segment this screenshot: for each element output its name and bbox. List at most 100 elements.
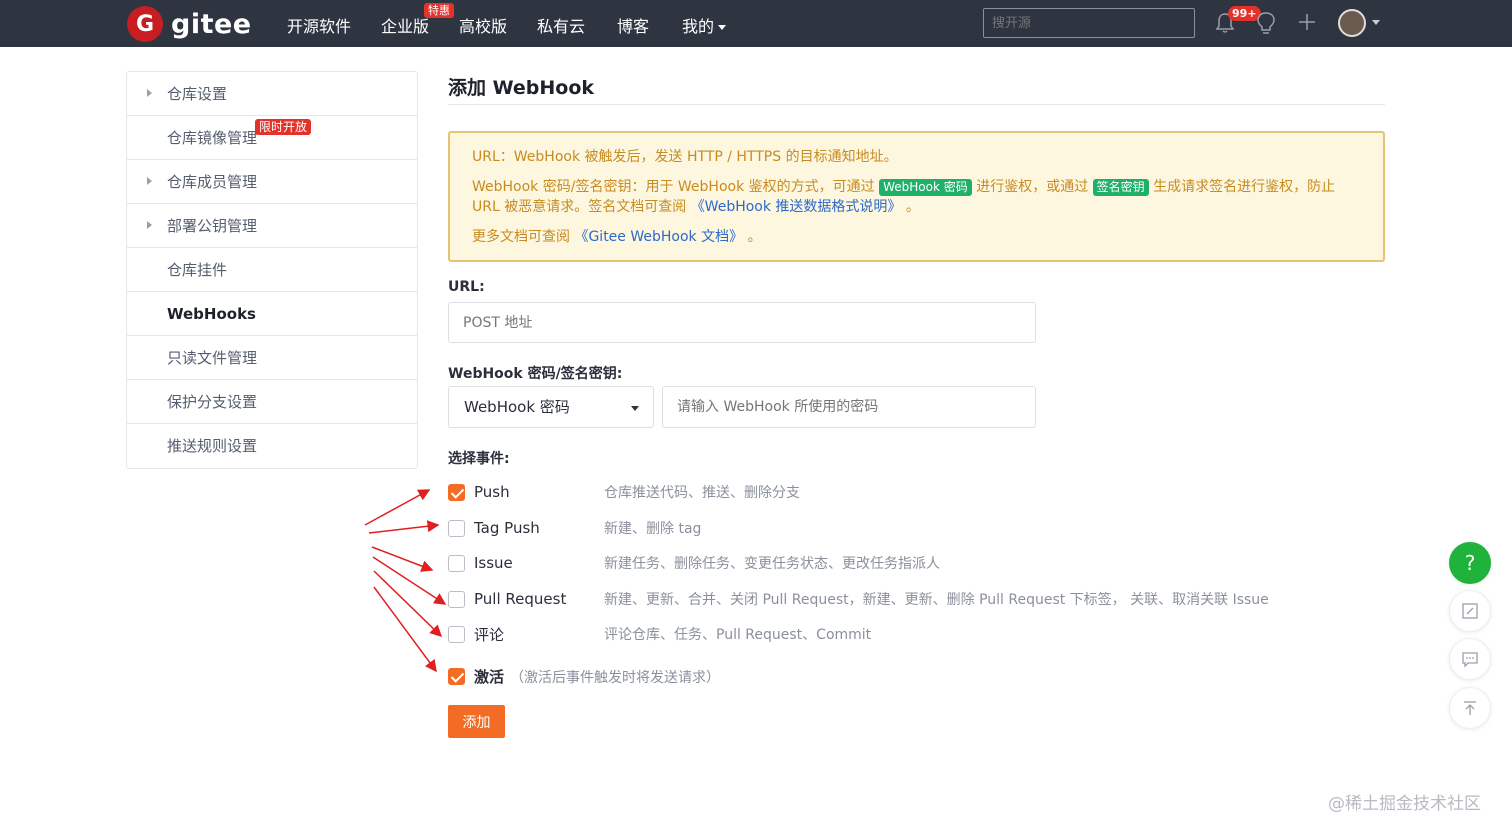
event-row-pull-request: Pull Request 新建、更新、合并、关闭 Pull Request，新建…: [448, 588, 1269, 610]
event-name: Pull Request: [474, 590, 567, 608]
avatar-chevron-down-icon[interactable]: [1372, 20, 1380, 25]
events-label: 选择事件:: [448, 451, 510, 467]
sidebar-item-label: 部署公钥管理: [167, 217, 258, 235]
add-webhook-button[interactable]: 添加: [448, 705, 505, 738]
chevron-down-icon: [631, 406, 639, 411]
secret-type-select[interactable]: WebHook 密码: [448, 386, 654, 428]
nav-education[interactable]: 高校版: [459, 13, 507, 37]
nav-mine[interactable]: 我的: [682, 13, 727, 37]
top-navbar: G gitee 开源软件 企业版 特惠 高校版 私有云 博客 我的 99+: [0, 0, 1512, 47]
sidebar-item-readonly-files[interactable]: 只读文件管理: [127, 336, 417, 380]
activate-desc: （激活后事件触发时将发送请求）: [510, 669, 721, 686]
plus-icon[interactable]: [1297, 12, 1317, 32]
nav-enterprise[interactable]: 企业版: [381, 13, 429, 37]
sidebar-item-protected-branches[interactable]: 保护分支设置: [127, 380, 417, 424]
annotation-arrow: [364, 489, 431, 526]
webhook-docs-link[interactable]: 《Gitee WebHook 文档》: [574, 229, 743, 245]
notice-text: 。: [747, 229, 762, 245]
signature-key-tag: 签名密钥: [1092, 179, 1149, 196]
limited-open-badge: 限时开放: [255, 119, 312, 135]
nav-mine-label: 我的: [682, 17, 715, 36]
event-desc: 新建任务、删除任务、变更任务状态、更改任务指派人: [604, 556, 940, 572]
url-label: URL:: [448, 279, 485, 295]
caret-right-icon: [147, 221, 152, 229]
feedback-button[interactable]: [1449, 590, 1491, 632]
notice-text: WebHook 密码/签名密钥：用于 WebHook 鉴权的方式，可通过: [472, 179, 875, 195]
sidebar-item-label: 仓库设置: [167, 85, 228, 103]
event-name: 评论: [474, 625, 505, 644]
caret-right-icon: [147, 89, 152, 97]
question-icon: ?: [1464, 551, 1476, 575]
sidebar-item-label: 仓库成员管理: [167, 173, 258, 191]
gitee-logo-icon: G: [127, 6, 163, 42]
sidebar-item-mirror[interactable]: 仓库镜像管理 限时开放: [127, 116, 417, 160]
sidebar-item-push-rules[interactable]: 推送规则设置: [127, 424, 417, 468]
sidebar-item-members[interactable]: 仓库成员管理: [127, 160, 417, 204]
event-desc: 新建、更新、合并、关闭 Pull Request，新建、更新、删除 Pull R…: [604, 592, 1269, 608]
notice-secret-text: WebHook 密码/签名密钥：用于 WebHook 鉴权的方式，可通过 Web…: [472, 177, 1361, 217]
tag-push-checkbox[interactable]: [448, 519, 465, 537]
sidebar-item-deploy-keys[interactable]: 部署公钥管理: [127, 204, 417, 248]
sidebar-item-label: 仓库挂件: [167, 261, 228, 279]
event-desc: 新建、删除 tag: [604, 521, 702, 537]
activate-checkbox[interactable]: [448, 668, 465, 685]
nav-blog[interactable]: 博客: [617, 13, 649, 37]
title-divider: [448, 104, 1385, 105]
event-name: Tag Push: [474, 519, 540, 537]
gitee-logo[interactable]: G gitee: [127, 6, 252, 42]
chat-icon: [1462, 652, 1478, 668]
secret-label: WebHook 密码/签名密钥:: [448, 366, 623, 382]
sidebar-item-webhooks[interactable]: WebHooks: [127, 292, 417, 336]
edit-icon: [1462, 603, 1478, 619]
annotation-arrow: [368, 520, 440, 534]
event-desc: 仓库推送代码、推送、删除分支: [604, 485, 800, 501]
notice-text: 。: [905, 199, 920, 215]
format-doc-link[interactable]: 《WebHook 推送数据格式说明》: [691, 199, 902, 215]
push-checkbox[interactable]: [448, 483, 465, 501]
event-desc: 评论仓库、任务、Pull Request、Commit: [604, 627, 872, 643]
event-row-push: Push 仓库推送代码、推送、删除分支: [448, 481, 800, 503]
notice-text: 进行鉴权，或通过: [976, 179, 1089, 195]
search-input[interactable]: [983, 8, 1195, 38]
annotation-arrow: [372, 556, 447, 605]
lightbulb-icon[interactable]: [1256, 11, 1276, 35]
back-to-top-button[interactable]: [1449, 687, 1491, 729]
url-input[interactable]: [448, 302, 1036, 343]
event-row-tag-push: Tag Push 新建、删除 tag: [448, 517, 701, 539]
activate-label: 激活: [474, 668, 505, 686]
nav-private-cloud[interactable]: 私有云: [537, 13, 585, 37]
help-button[interactable]: ?: [1449, 542, 1491, 584]
page-title: 添加 WebHook: [448, 77, 595, 99]
issue-checkbox[interactable]: [448, 554, 465, 572]
secret-type-value: WebHook 密码: [464, 398, 570, 416]
pull-request-checkbox[interactable]: [448, 590, 465, 608]
event-name: Issue: [474, 554, 513, 572]
arrow-up-icon: [1464, 701, 1476, 715]
chevron-down-icon: [718, 25, 727, 30]
comment-button[interactable]: [1449, 638, 1491, 680]
comment-checkbox[interactable]: [448, 625, 465, 643]
nav-open-source[interactable]: 开源软件: [287, 13, 351, 37]
event-row-issue: Issue 新建任务、删除任务、变更任务状态、更改任务指派人: [448, 552, 940, 574]
activate-row: 激活 （激活后事件触发时将发送请求）: [448, 666, 720, 687]
notice-url-text: URL：WebHook 被触发后，发送 HTTP / HTTPS 的目标通知地址…: [472, 149, 898, 165]
event-row-comment: 评论 评论仓库、任务、Pull Request、Commit: [448, 623, 871, 645]
caret-right-icon: [147, 177, 152, 185]
sidebar-item-label: 推送规则设置: [167, 437, 258, 455]
annotation-arrow: [373, 586, 437, 673]
event-name: Push: [474, 483, 510, 501]
sidebar-item-repo-settings[interactable]: 仓库设置: [127, 72, 417, 116]
user-avatar[interactable]: [1338, 9, 1366, 37]
sidebar-item-label: 仓库镜像管理: [167, 129, 258, 147]
secret-input[interactable]: [662, 386, 1036, 428]
annotation-arrow: [371, 546, 434, 572]
sidebar-item-widgets[interactable]: 仓库挂件: [127, 248, 417, 292]
watermark: @稀土掘金技术社区: [1328, 794, 1481, 814]
settings-sidebar: 仓库设置 仓库镜像管理 限时开放 仓库成员管理 部署公钥管理 仓库挂件 WebH…: [126, 71, 418, 469]
enterprise-promo-badge: 特惠: [424, 3, 454, 18]
gitee-logo-text: gitee: [171, 8, 252, 40]
info-notice: URL：WebHook 被触发后，发送 HTTP / HTTPS 的目标通知地址…: [448, 131, 1385, 262]
sidebar-item-label: WebHooks: [167, 305, 256, 323]
annotation-arrow: [373, 570, 443, 638]
webhook-password-tag: WebHook 密码: [879, 179, 972, 196]
